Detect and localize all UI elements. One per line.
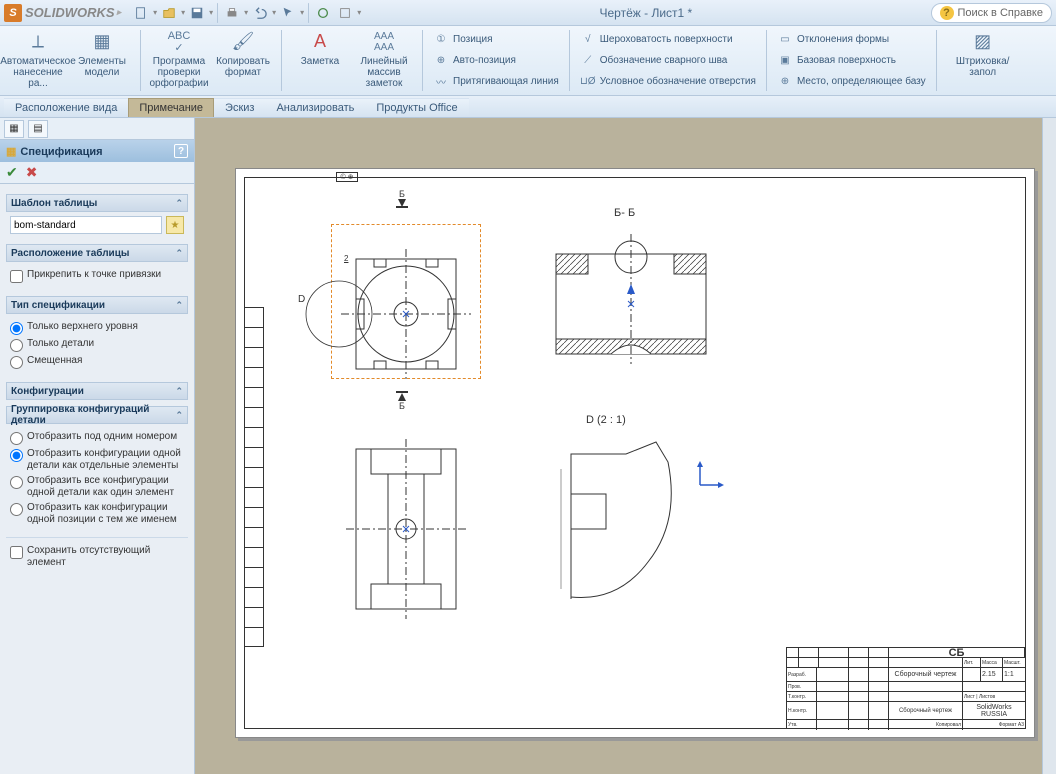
surface-finish-button[interactable]: √Шероховатость поверхности [576,30,760,50]
detail-d-label: D [298,294,305,305]
detail-d-circle [304,279,374,349]
tab-sketch[interactable]: Эскиз [214,98,265,117]
title-block: СБ Лит.МассаМасшт. Разраб.Сборочный черт… [786,647,1026,729]
vertical-scrollbar[interactable] [1042,118,1056,774]
type-parts-radio[interactable] [10,339,23,352]
revision-block [244,307,264,647]
section-type[interactable]: Тип спецификации⌃ [6,296,188,314]
undo-button[interactable] [250,3,270,23]
tab-evaluate[interactable]: Анализировать [265,98,365,117]
template-browse-button[interactable]: ★ [166,216,184,234]
hole-callout-button[interactable]: ⊔ØУсловное обозначение отверстия [576,72,760,92]
section-arrow-top: Б [396,189,408,208]
section-arrow-bottom: Б [396,391,408,411]
datum-target-button[interactable]: ⊕Место, определяющее базу [773,72,930,92]
spellcheck-button[interactable]: ABC✓Программапроверкиорфографии [147,28,211,93]
feature-manager-panel: ▦ ▤ ▦Спецификация ? ✔ ✖ Шаблон таблицы⌃ … [0,118,195,774]
ribbon: ⟂Автоматическоенанесение ра... ▦Элементы… [0,26,1056,96]
tab-annotation[interactable]: Примечание [128,98,214,117]
balloon-button[interactable]: ①Позиция [429,30,563,50]
group-separate-radio[interactable] [10,449,23,462]
note-button[interactable]: AЗаметка [288,28,352,93]
ok-button[interactable]: ✔ [6,164,18,181]
section-configurations[interactable]: Конфигурации⌃ [6,382,188,400]
section-template[interactable]: Шаблон таблицы⌃ [6,194,188,212]
format-painter-button[interactable]: 🖌Копироватьформат [211,28,275,93]
help-search[interactable]: ?Поиск в Справке [931,3,1052,23]
panel-header: ▦Спецификация ? [0,140,194,162]
section-layout[interactable]: Расположение таблицы⌃ [6,244,188,262]
section-grouping[interactable]: Группировка конфигураций детали⌃ [6,406,188,424]
anchor-checkbox[interactable] [10,270,23,283]
document-title: Чертёж - Лист1 * [361,6,930,20]
group-all-one-radio[interactable] [10,476,23,489]
section-bb-title: Б- Б [614,207,635,219]
quick-access-toolbar: ▾ ▾ ▾ ▾ ▾ ▾ ▾ [131,3,361,23]
magnetic-line-button[interactable]: 〰Притягивающая линия [429,72,563,92]
datum-feature-button[interactable]: ▣Базовая поверхность [773,51,930,71]
open-button[interactable] [159,3,179,23]
drawing-canvas[interactable]: © ⊕ [195,118,1056,774]
drawing-sheet: © ⊕ [235,168,1035,738]
rebuild-button[interactable] [313,3,333,23]
model-items-button[interactable]: ▦Элементымодели [70,28,134,93]
group-same-name-radio[interactable] [10,503,23,516]
balloon-2: 2 [344,254,348,263]
ribbon-tabs: Расположение вида Примечание Эскиз Анали… [0,96,1056,118]
view-triad-icon [696,459,726,489]
panel-help-icon[interactable]: ? [174,144,188,158]
auto-balloon-button[interactable]: ⊕Авто-позиция [429,51,563,71]
new-button[interactable] [131,3,151,23]
projection-symbol: © ⊕ [336,172,358,182]
options-button[interactable] [335,3,355,23]
group-one-num-radio[interactable] [10,432,23,445]
template-input[interactable] [10,216,162,234]
view-section-bb [546,229,716,369]
view-top [336,439,476,619]
select-button[interactable] [278,3,298,23]
keep-missing-checkbox[interactable] [10,546,23,559]
view-detail-d [556,439,676,609]
app-logo: SSOLIDWORKS ▸ [4,4,121,22]
fm-tab-1[interactable]: ▦ [4,120,24,138]
type-toplevel-radio[interactable] [10,322,23,335]
auto-dimension-button[interactable]: ⟂Автоматическоенанесение ра... [6,28,70,93]
detail-d-title: D (2 : 1) [586,414,626,426]
cancel-button[interactable]: ✖ [26,164,38,181]
weld-symbol-button[interactable]: ⟋Обозначение сварного шва [576,51,760,71]
hatch-fill-button[interactable]: ▨Штриховка/запол [943,28,1023,93]
save-button[interactable] [187,3,207,23]
tab-view-layout[interactable]: Расположение вида [4,98,128,117]
print-button[interactable] [222,3,242,23]
linear-note-pattern-button[interactable]: AAAAAAЛинейныймассивзаметок [352,28,416,93]
tab-office[interactable]: Продукты Office [365,98,468,117]
geometric-tolerance-button[interactable]: ▭Отклонения формы [773,30,930,50]
type-indented-radio[interactable] [10,356,23,369]
fm-tab-2[interactable]: ▤ [28,120,48,138]
